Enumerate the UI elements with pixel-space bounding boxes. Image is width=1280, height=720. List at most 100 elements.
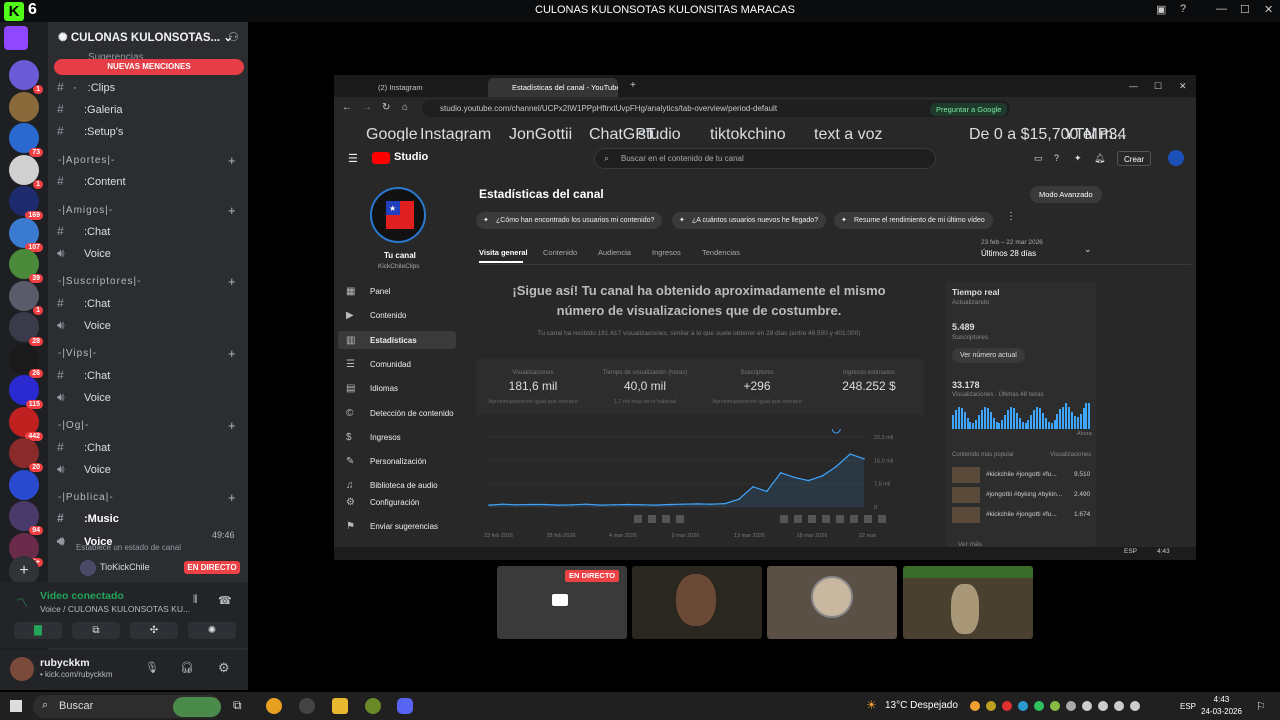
clock[interactable]: 4:43 24-03-2026 — [1201, 694, 1242, 718]
settings-icon[interactable]: ⚙ — [218, 660, 230, 676]
data-point[interactable] — [613, 504, 615, 506]
category-header[interactable]: -|Amigos|- — [58, 205, 113, 216]
channel-avatar[interactable]: ★ — [370, 187, 426, 243]
new-mentions-banner[interactable]: NUEVAS MENCIONES — [54, 59, 244, 75]
disconnect-icon[interactable]: ☎ — [218, 594, 232, 607]
tab-youtube-studio[interactable]: Estadísticas del canal - YouTube — [488, 78, 618, 97]
more-icon[interactable]: ⋮ — [1006, 211, 1016, 222]
video-thumbnail[interactable] — [952, 507, 980, 523]
file-explorer-icon[interactable] — [332, 698, 348, 714]
data-point[interactable] — [668, 503, 671, 506]
nav-item[interactable]: Biblioteca de audio — [370, 481, 438, 490]
tab-instagram[interactable]: (2) Instagram — [354, 78, 484, 97]
video-marker[interactable] — [850, 515, 858, 523]
tray-icon[interactable] — [1002, 701, 1012, 711]
metric-value[interactable]: 40,0 mil — [592, 379, 698, 393]
server-icon[interactable]: 20 — [9, 438, 43, 472]
data-point[interactable] — [599, 504, 601, 506]
home-icon[interactable]: ⌂ — [402, 102, 408, 113]
tray-icon[interactable] — [1066, 701, 1076, 711]
category-header[interactable]: -|Og|- — [58, 420, 89, 431]
forward-icon[interactable]: → — [362, 102, 372, 113]
data-point[interactable] — [529, 503, 532, 506]
avatar[interactable] — [10, 657, 34, 681]
suggestion-pill[interactable]: ✦ ¿Cómo han encontrado los usuarios mi co… — [476, 212, 663, 229]
maximize-icon[interactable]: ☐ — [1154, 81, 1162, 92]
tray-icon[interactable] — [1098, 701, 1108, 711]
data-point[interactable] — [502, 503, 504, 505]
video-thumbnail[interactable] — [952, 487, 980, 503]
minimize-icon[interactable]: — — [1129, 81, 1138, 91]
tray-icon[interactable] — [1082, 701, 1092, 711]
suggestion-pill[interactable]: ✦ ¿A cuántos usuarios nuevos he llegado? — [672, 212, 827, 229]
sparkle-icon[interactable]: ✦ — [1074, 153, 1082, 164]
signal-icon[interactable]: 〽 — [16, 594, 28, 611]
add-channel-icon[interactable]: + — [228, 274, 236, 289]
data-point[interactable] — [515, 504, 518, 506]
server-icon[interactable]: 1 — [9, 60, 43, 94]
data-point[interactable] — [488, 504, 490, 506]
nav-item[interactable]: Idiomas — [370, 384, 398, 393]
avatar-tile[interactable] — [767, 566, 897, 639]
data-point[interactable] — [585, 503, 588, 505]
metric-value[interactable]: 181,6 mil — [480, 379, 586, 393]
tray-icon[interactable] — [1114, 701, 1124, 711]
analytics-tab[interactable]: Audiencia — [598, 248, 631, 257]
chrome-icon[interactable] — [266, 698, 282, 714]
help-icon[interactable]: ? — [1054, 153, 1059, 163]
address-bar[interactable]: studio.youtube.com/channel/UCPx2IW1PPpHf… — [422, 100, 1010, 117]
data-point[interactable] — [710, 503, 713, 505]
see-count-button[interactable]: Ver número actual — [952, 348, 1025, 363]
video-marker[interactable] — [794, 515, 802, 523]
studio-logo[interactable]: Studio — [394, 151, 428, 163]
add-channel-icon[interactable]: + — [228, 203, 236, 218]
video-marker[interactable] — [864, 515, 872, 523]
text-channel[interactable]: # :Content — [57, 174, 126, 188]
minimize-icon[interactable]: — — [1216, 3, 1227, 15]
add-channel-icon[interactable]: + — [228, 418, 236, 433]
text-channel[interactable]: # :Chat — [57, 224, 110, 238]
video-marker[interactable] — [648, 515, 656, 523]
nav-item[interactable]: Personalización — [370, 457, 426, 466]
server-icon[interactable] — [9, 91, 39, 122]
video-marker[interactable] — [634, 515, 642, 523]
hover-marker[interactable] — [831, 429, 841, 434]
server-icon[interactable]: 39 — [9, 249, 43, 283]
text-channel[interactable]: # :Setup's — [57, 124, 123, 138]
data-point[interactable] — [571, 504, 574, 506]
notifications-icon[interactable]: ⚐ — [1256, 700, 1266, 713]
pip-icon[interactable]: ▣ — [1156, 3, 1166, 16]
voice-channel[interactable]: 🔊︎ Voice — [57, 246, 111, 261]
task-view-icon[interactable]: ⧉ — [233, 698, 249, 714]
server-name[interactable]: ✺ CULONAS KULONSOTAS... ⌄ — [58, 30, 233, 44]
tray-icon[interactable] — [1130, 701, 1140, 711]
text-channel[interactable]: # :Galeria — [57, 102, 123, 116]
chevron-down-icon[interactable]: ⌄ — [1084, 244, 1092, 255]
period-select[interactable]: Últimos 28 días — [981, 249, 1036, 258]
tray-icon[interactable] — [1050, 701, 1060, 711]
voice-channel[interactable]: 🔊︎ Voice — [57, 390, 111, 405]
data-point[interactable] — [696, 503, 699, 505]
data-point[interactable] — [627, 503, 629, 506]
category-header[interactable]: -|Publica|- — [58, 492, 114, 503]
video-marker[interactable] — [878, 515, 886, 523]
data-point[interactable] — [793, 476, 796, 479]
analytics-tab[interactable]: Contenido — [543, 248, 577, 257]
data-point[interactable] — [849, 453, 851, 455]
voice-channel[interactable]: 🔊︎ Voice — [57, 462, 111, 477]
video-marker[interactable] — [836, 515, 844, 523]
search-input[interactable]: Buscar en el contenido de tu canal — [594, 148, 936, 169]
channel-status-hint[interactable]: Establece un estado de canal — [76, 543, 181, 552]
tray-icon[interactable] — [970, 701, 980, 711]
stream-tile[interactable]: EN DIRECTO — [497, 566, 627, 639]
video-marker[interactable] — [662, 515, 670, 523]
server-icon[interactable]: 107 — [9, 217, 43, 252]
help-icon[interactable]: ? — [1180, 3, 1186, 15]
text-channel[interactable]: # :Chat — [57, 296, 110, 310]
metric-value[interactable]: 248.252 $ — [816, 379, 922, 393]
text-channel[interactable]: # :Chat — [57, 440, 110, 454]
close-icon[interactable]: ✕ — [1179, 81, 1187, 92]
data-point[interactable] — [654, 504, 657, 506]
nav-item[interactable]: Estadísticas — [370, 336, 417, 345]
ask-google-button[interactable]: Preguntar a Google — [930, 103, 1008, 116]
